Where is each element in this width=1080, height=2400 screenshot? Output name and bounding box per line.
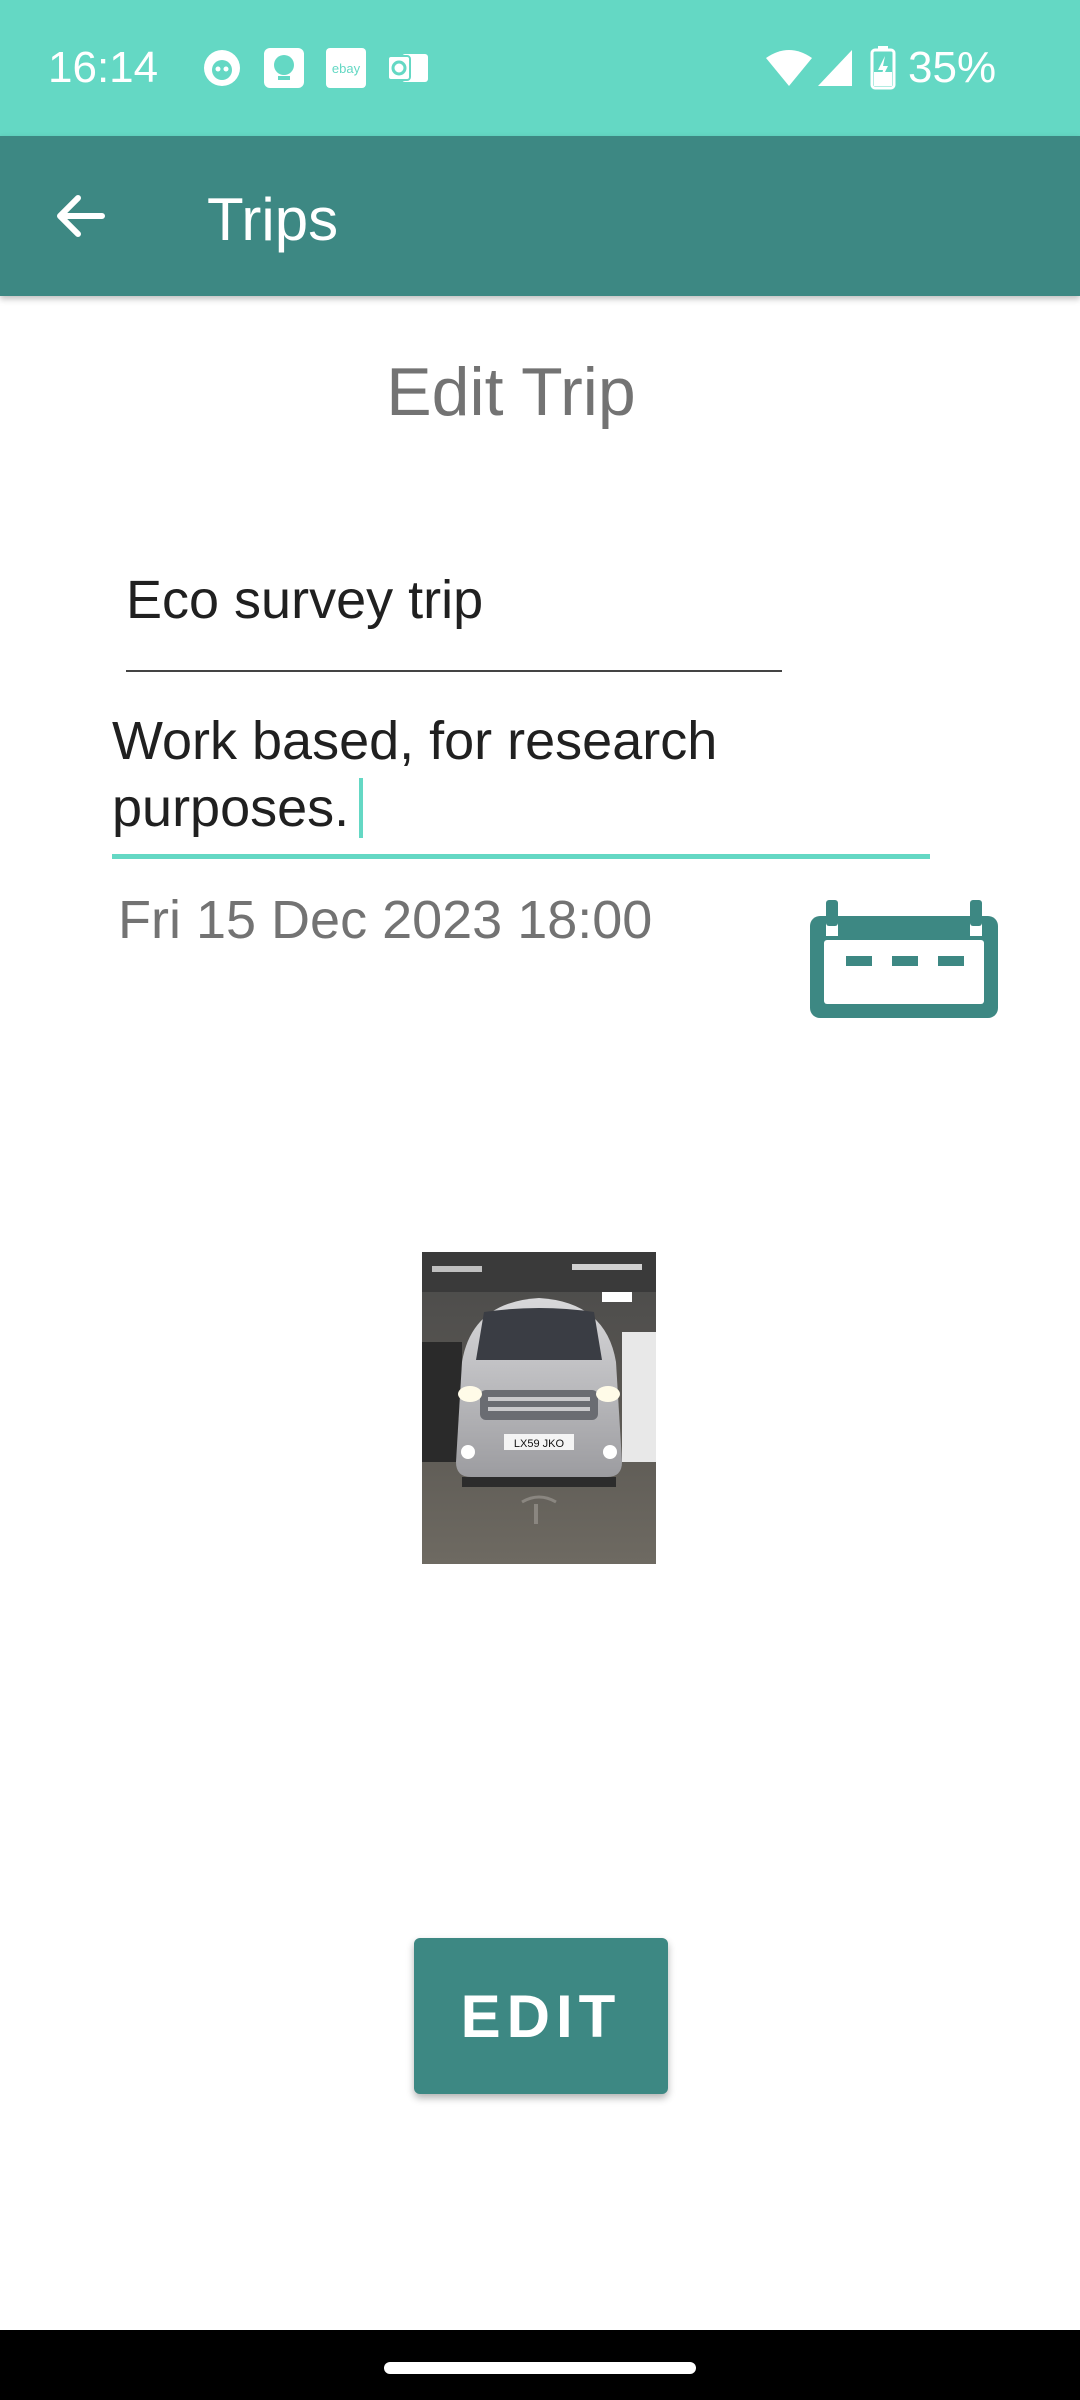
app-bar: Trips [0,136,1080,296]
description-line-2: purposes. [112,778,350,838]
trip-date: Fri 15 Dec 2023 18:00 [118,890,653,950]
svg-text:ebay: ebay [332,61,361,76]
home-gesture-handle[interactable] [384,2362,696,2374]
car-photo: LX59 JKO [422,1252,656,1564]
trip-description-field[interactable]: Work based, for research purposes. [112,708,930,859]
arrow-left-icon [57,195,105,237]
calendar-button[interactable] [806,900,1002,1022]
app-notification-icon [204,50,240,86]
navigation-bar [0,2330,1080,2400]
description-line-1: Work based, for research [112,711,718,771]
calendar-icon [810,900,998,1018]
plate-text: LX59 JKO [514,1438,565,1450]
page-heading: Edit Trip [386,354,636,430]
edit-button[interactable]: EDIT [414,1938,668,2094]
battery-charging-icon [870,46,896,90]
wifi-icon [766,50,812,86]
text-cursor [359,778,364,838]
trip-name-field[interactable]: Eco survey trip [126,560,782,672]
screen: 16:14 ebay 35% Trips Edit Trip Eco surve… [0,0,1080,2400]
back-button[interactable] [40,176,120,256]
outlook-notification-icon [387,54,428,82]
status-time: 16:14 [48,43,159,92]
trip-name-value: Eco survey trip [126,570,484,630]
cellular-signal-icon [818,50,852,86]
battery-percentage: 35% [908,43,997,92]
app-bar-title: Trips [207,186,339,253]
chat-notification-icon [264,48,304,88]
trip-photo[interactable]: LX59 JKO [422,1252,656,1564]
trip-description-value: Work based, for research purposes. [112,708,912,842]
ebay-notification-icon: ebay [326,48,366,88]
status-bar: 16:14 ebay 35% [0,0,1080,136]
